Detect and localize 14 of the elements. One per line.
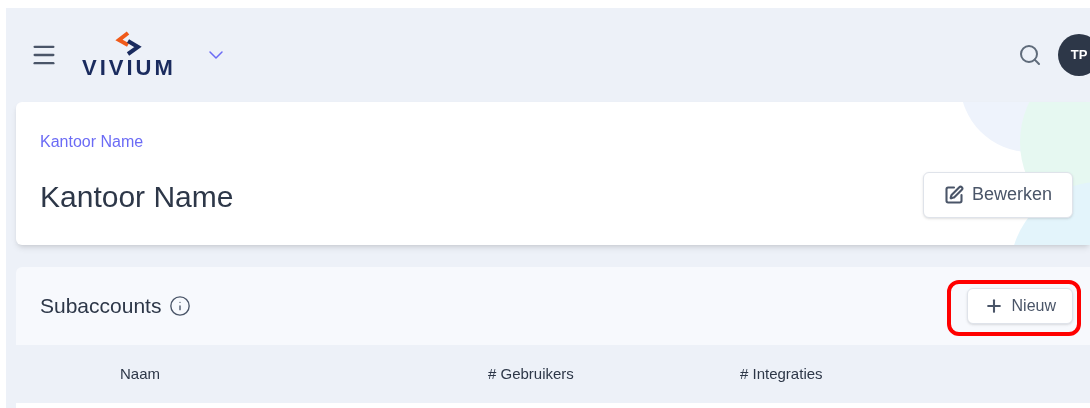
- section-title: Subaccounts: [40, 293, 162, 320]
- column-header: # Gebruikers: [488, 364, 574, 382]
- user-avatar[interactable]: TP: [1058, 34, 1090, 76]
- logo-text: VIVIUM: [82, 57, 176, 79]
- breadcrumb-link[interactable]: Kantoor Name: [40, 130, 1090, 154]
- info-icon[interactable]: [169, 295, 192, 317]
- column-header: # Integraties: [740, 364, 823, 382]
- logo-icon: [113, 31, 144, 57]
- column-header: Naam: [120, 364, 160, 382]
- new-button[interactable]: Nieuw: [966, 288, 1073, 324]
- search-icon[interactable]: [1018, 43, 1042, 67]
- edit-icon: [943, 184, 964, 205]
- edit-button[interactable]: Bewerken: [922, 171, 1073, 218]
- page-title: Kantoor Name: [40, 179, 234, 215]
